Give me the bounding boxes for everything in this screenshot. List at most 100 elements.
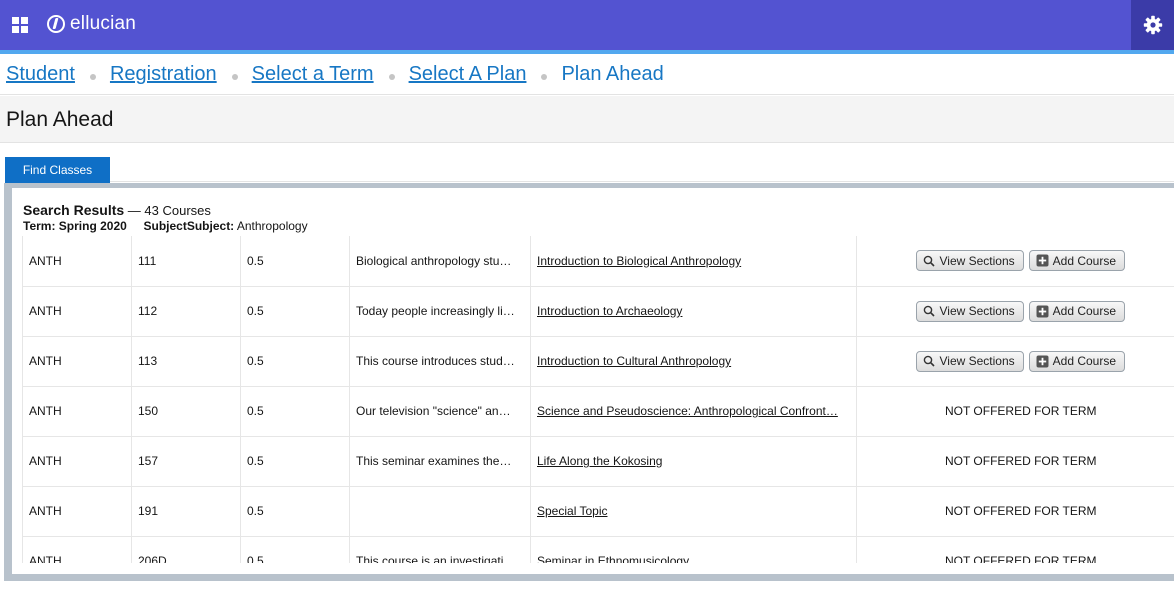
view-sections-label: View Sections bbox=[939, 253, 1015, 268]
results-table: ANTH 111 0.5 Biological anthropology stu… In… bbox=[22, 236, 1174, 563]
cell-actions: NOT OFFERED FOR TERM bbox=[856, 536, 1174, 563]
course-title-link[interactable]: Science and Pseudoscience: Anthropologic… bbox=[537, 404, 838, 418]
course-title-link[interactable]: Introduction to Archaeology bbox=[537, 304, 682, 318]
cell-title: Introduction to Cultural Anthropology bbox=[530, 336, 857, 387]
cell-description: This seminar examines the… bbox=[349, 436, 531, 487]
results-summary: Search Results — 43 Courses bbox=[23, 202, 308, 218]
breadcrumb-separator bbox=[541, 73, 548, 80]
view-sections-button[interactable]: View Sections bbox=[916, 300, 1024, 322]
breadcrumb-student[interactable]: Student bbox=[6, 63, 75, 86]
results-header: Search Results — 43 Courses Term: Spring… bbox=[23, 202, 308, 233]
cell-title: Introduction to Biological Anthropology bbox=[530, 236, 857, 287]
search-icon bbox=[924, 255, 936, 267]
cell-course-number: 150 bbox=[131, 386, 241, 437]
cell-subject: ANTH bbox=[22, 486, 132, 537]
tab-divider bbox=[110, 181, 1174, 182]
add-course-label: Add Course bbox=[1052, 253, 1117, 268]
add-course-button[interactable]: Add Course bbox=[1028, 300, 1126, 322]
cell-subject: ANTH bbox=[22, 336, 132, 387]
cell-hours: 0.5 bbox=[240, 536, 350, 563]
status-not-offered: NOT OFFERED FOR TERM bbox=[944, 554, 1097, 563]
cell-course-number: 191 bbox=[131, 486, 241, 537]
cell-hours: 0.5 bbox=[240, 386, 350, 437]
view-sections-button[interactable]: View Sections bbox=[916, 350, 1024, 372]
plus-icon bbox=[1036, 305, 1049, 317]
breadcrumb-select-term[interactable]: Select a Term bbox=[252, 63, 374, 86]
top-header-bar: ellucian bbox=[0, 0, 1174, 50]
tab-find-classes[interactable]: Find Classes bbox=[5, 157, 110, 183]
cell-title: Life Along the Kokosing bbox=[530, 436, 857, 487]
breadcrumb-registration[interactable]: Registration bbox=[110, 63, 217, 86]
cell-hours: 0.5 bbox=[240, 486, 350, 537]
cell-hours: 0.5 bbox=[240, 436, 350, 487]
cell-actions: NOT OFFERED FOR TERM bbox=[856, 486, 1174, 537]
cell-description: Today people increasingly li… bbox=[349, 286, 531, 337]
table-row: ANTH 112 0.5 Today people increasingly li… I… bbox=[22, 286, 1174, 337]
breadcrumb-separator bbox=[89, 73, 96, 80]
table-row: ANTH 113 0.5 This course introduces stud… In… bbox=[22, 336, 1174, 387]
subject-label: SubjectSubject: bbox=[143, 219, 235, 233]
subject-value: Anthropology bbox=[236, 219, 308, 233]
term-value: Spring 2020 bbox=[58, 219, 127, 233]
cell-hours: 0.5 bbox=[240, 236, 350, 287]
table-row: ANTH 150 0.5 Our television "science" an… Sc… bbox=[22, 386, 1174, 437]
ellucian-logo-icon bbox=[47, 15, 65, 33]
grid-icon[interactable] bbox=[12, 17, 28, 33]
cell-description: Biological anthropology stu… bbox=[349, 236, 531, 287]
page-title: Plan Ahead bbox=[6, 108, 114, 131]
cell-subject: ANTH bbox=[22, 386, 132, 437]
breadcrumb-plan-ahead: Plan Ahead bbox=[561, 62, 664, 85]
plus-icon bbox=[1036, 355, 1049, 367]
results-heading: Search Results bbox=[23, 202, 125, 218]
cell-title: Seminar in Ethnomusicology bbox=[530, 536, 857, 563]
add-course-button[interactable]: Add Course bbox=[1028, 250, 1126, 272]
brand-name: ellucian bbox=[70, 13, 137, 34]
course-title-link[interactable]: Seminar in Ethnomusicology bbox=[537, 554, 689, 563]
table-row: ANTH 111 0.5 Biological anthropology stu… In… bbox=[22, 236, 1174, 287]
cell-subject: ANTH bbox=[22, 436, 132, 487]
title-band bbox=[0, 96, 1174, 143]
cell-actions: NOT OFFERED FOR TERM bbox=[856, 436, 1174, 487]
course-title-link[interactable]: Introduction to Cultural Anthropology bbox=[537, 354, 731, 368]
cell-subject: ANTH bbox=[22, 536, 132, 563]
view-sections-label: View Sections bbox=[939, 354, 1015, 368]
status-not-offered: NOT OFFERED FOR TERM bbox=[944, 504, 1097, 518]
cell-title: Special Topic bbox=[530, 486, 857, 537]
view-sections-button[interactable]: View Sections bbox=[916, 250, 1024, 272]
search-icon bbox=[924, 305, 936, 317]
course-title-link[interactable]: Life Along the Kokosing bbox=[537, 454, 662, 468]
term-label: Term: bbox=[23, 219, 56, 233]
add-course-button[interactable]: Add Course bbox=[1028, 350, 1126, 372]
cell-hours: 0.5 bbox=[240, 286, 350, 337]
gear-icon bbox=[1143, 15, 1162, 35]
settings-button[interactable] bbox=[1131, 0, 1174, 50]
add-course-label: Add Course bbox=[1052, 354, 1117, 368]
cell-subject: ANTH bbox=[22, 286, 132, 337]
results-filters: Term: Spring 2020 SubjectSubject: Anthro… bbox=[23, 219, 308, 233]
ellucian-logo[interactable]: ellucian bbox=[47, 12, 136, 36]
cell-actions: NOT OFFERED FOR TERM bbox=[856, 386, 1174, 437]
results-table-container[interactable]: ANTH 111 0.5 Biological anthropology stu… In… bbox=[22, 236, 1174, 563]
cell-actions: View Sections Add Course bbox=[856, 236, 1174, 287]
cell-course-number: 206D bbox=[131, 536, 241, 563]
cell-description: This course is an investigati… bbox=[349, 536, 531, 563]
cell-description: Our television "science" an… bbox=[349, 386, 531, 437]
cell-title: Introduction to Archaeology bbox=[530, 286, 857, 337]
status-not-offered: NOT OFFERED FOR TERM bbox=[944, 454, 1097, 468]
course-title-link[interactable]: Introduction to Biological Anthropology bbox=[537, 254, 741, 268]
plus-icon bbox=[1036, 254, 1049, 267]
breadcrumb: Student Registration Select a Term Selec… bbox=[0, 54, 1174, 95]
search-icon bbox=[924, 355, 936, 367]
cell-course-number: 113 bbox=[131, 336, 241, 387]
table-row: ANTH 191 0.5 Special Topic NOT OFFERED FOR T… bbox=[22, 486, 1174, 537]
cell-actions: View Sections Add Course bbox=[856, 286, 1174, 337]
course-title-link[interactable]: Special Topic bbox=[537, 504, 608, 518]
add-course-label: Add Course bbox=[1052, 304, 1117, 318]
breadcrumb-select-plan[interactable]: Select A Plan bbox=[409, 63, 527, 86]
cell-course-number: 111 bbox=[131, 236, 241, 287]
results-panel-inner: Search Results — 43 Courses Term: Spring… bbox=[12, 188, 1174, 574]
breadcrumb-separator bbox=[231, 73, 238, 80]
results-panel: Search Results — 43 Courses Term: Spring… bbox=[4, 183, 1174, 581]
cell-actions: View Sections Add Course bbox=[856, 336, 1174, 387]
table-row: ANTH 157 0.5 This seminar examines the… Life… bbox=[22, 436, 1174, 487]
